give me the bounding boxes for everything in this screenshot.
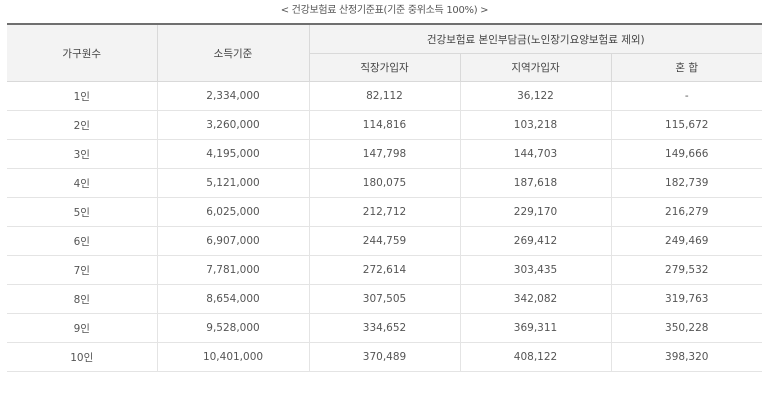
table-row: 7인 7,781,000 272,614 303,435 279,532 (7, 255, 763, 285)
premium-table: 가구원수 소득기준 건강보험료 본인부담금(노인장기요양보험료 제외) 직장가입… (7, 23, 763, 372)
cell-mixed: 398,320 (610, 342, 763, 372)
cell-mixed: 216,279 (610, 197, 763, 227)
header-premium-group: 건강보험료 본인부담금(노인장기요양보험료 제외) (308, 24, 763, 54)
table-row: 4인 5,121,000 180,075 187,618 182,739 (7, 168, 763, 198)
cell-employee: 212,712 (308, 197, 460, 227)
cell-income: 10,401,000 (156, 342, 309, 372)
table-row: 9인 9,528,000 334,652 369,311 350,228 (7, 313, 763, 343)
header-income: 소득기준 (156, 24, 310, 82)
cell-regional: 303,435 (459, 255, 611, 285)
cell-mixed: 319,763 (610, 284, 763, 314)
cell-employee: 114,816 (308, 110, 460, 140)
cell-income: 7,781,000 (156, 255, 309, 285)
cell-income: 2,334,000 (156, 81, 309, 111)
header-regional: 지역가입자 (459, 53, 612, 82)
cell-household: 5인 (7, 197, 157, 227)
header-mixed: 혼 합 (610, 53, 763, 82)
cell-employee: 244,759 (308, 226, 460, 256)
cell-mixed: 279,532 (610, 255, 763, 285)
cell-regional: 408,122 (459, 342, 611, 372)
cell-income: 4,195,000 (156, 139, 309, 169)
cell-employee: 82,112 (308, 81, 460, 111)
cell-regional: 369,311 (459, 313, 611, 343)
cell-employee: 334,652 (308, 313, 460, 343)
cell-income: 9,528,000 (156, 313, 309, 343)
table-row: 10인 10,401,000 370,489 408,122 398,320 (7, 342, 763, 372)
cell-mixed: 149,666 (610, 139, 763, 169)
cell-household: 1인 (7, 81, 157, 111)
cell-income: 8,654,000 (156, 284, 309, 314)
header-employee: 직장가입자 (309, 53, 461, 82)
cell-regional: 229,170 (459, 197, 611, 227)
table-row: 6인 6,907,000 244,759 269,412 249,469 (7, 226, 763, 256)
table-caption: < 건강보험료 산정기준표(기준 중위소득 100%) > (280, 5, 489, 16)
cell-income: 6,907,000 (156, 226, 309, 256)
cell-mixed: 115,672 (610, 110, 763, 140)
cell-income: 3,260,000 (156, 110, 309, 140)
table-row: 8인 8,654,000 307,505 342,082 319,763 (7, 284, 763, 314)
cell-household: 10인 (7, 342, 157, 372)
cell-household: 9인 (7, 313, 157, 343)
cell-regional: 342,082 (459, 284, 611, 314)
cell-household: 2인 (7, 110, 157, 140)
cell-mixed: 350,228 (610, 313, 763, 343)
cell-income: 6,025,000 (156, 197, 309, 227)
cell-employee: 370,489 (308, 342, 460, 372)
table-row: 1인 2,334,000 82,112 36,122 - (7, 81, 763, 111)
cell-household: 7인 (7, 255, 157, 285)
cell-regional: 103,218 (459, 110, 611, 140)
cell-regional: 144,703 (459, 139, 611, 169)
table-row: 2인 3,260,000 114,816 103,218 115,672 (7, 110, 763, 140)
cell-regional: 269,412 (459, 226, 611, 256)
cell-regional: 36,122 (459, 81, 611, 111)
cell-household: 3인 (7, 139, 157, 169)
cell-regional: 187,618 (459, 168, 611, 198)
cell-mixed: 249,469 (610, 226, 763, 256)
cell-mixed: - (610, 81, 763, 111)
cell-income: 5,121,000 (156, 168, 309, 198)
cell-household: 4인 (7, 168, 157, 198)
cell-mixed: 182,739 (610, 168, 763, 198)
cell-employee: 147,798 (308, 139, 460, 169)
table-row: 5인 6,025,000 212,712 229,170 216,279 (7, 197, 763, 227)
cell-employee: 180,075 (308, 168, 460, 198)
cell-household: 6인 (7, 226, 157, 256)
table-row: 3인 4,195,000 147,798 144,703 149,666 (7, 139, 763, 169)
header-household: 가구원수 (7, 24, 158, 82)
cell-employee: 307,505 (308, 284, 460, 314)
cell-employee: 272,614 (308, 255, 460, 285)
cell-household: 8인 (7, 284, 157, 314)
